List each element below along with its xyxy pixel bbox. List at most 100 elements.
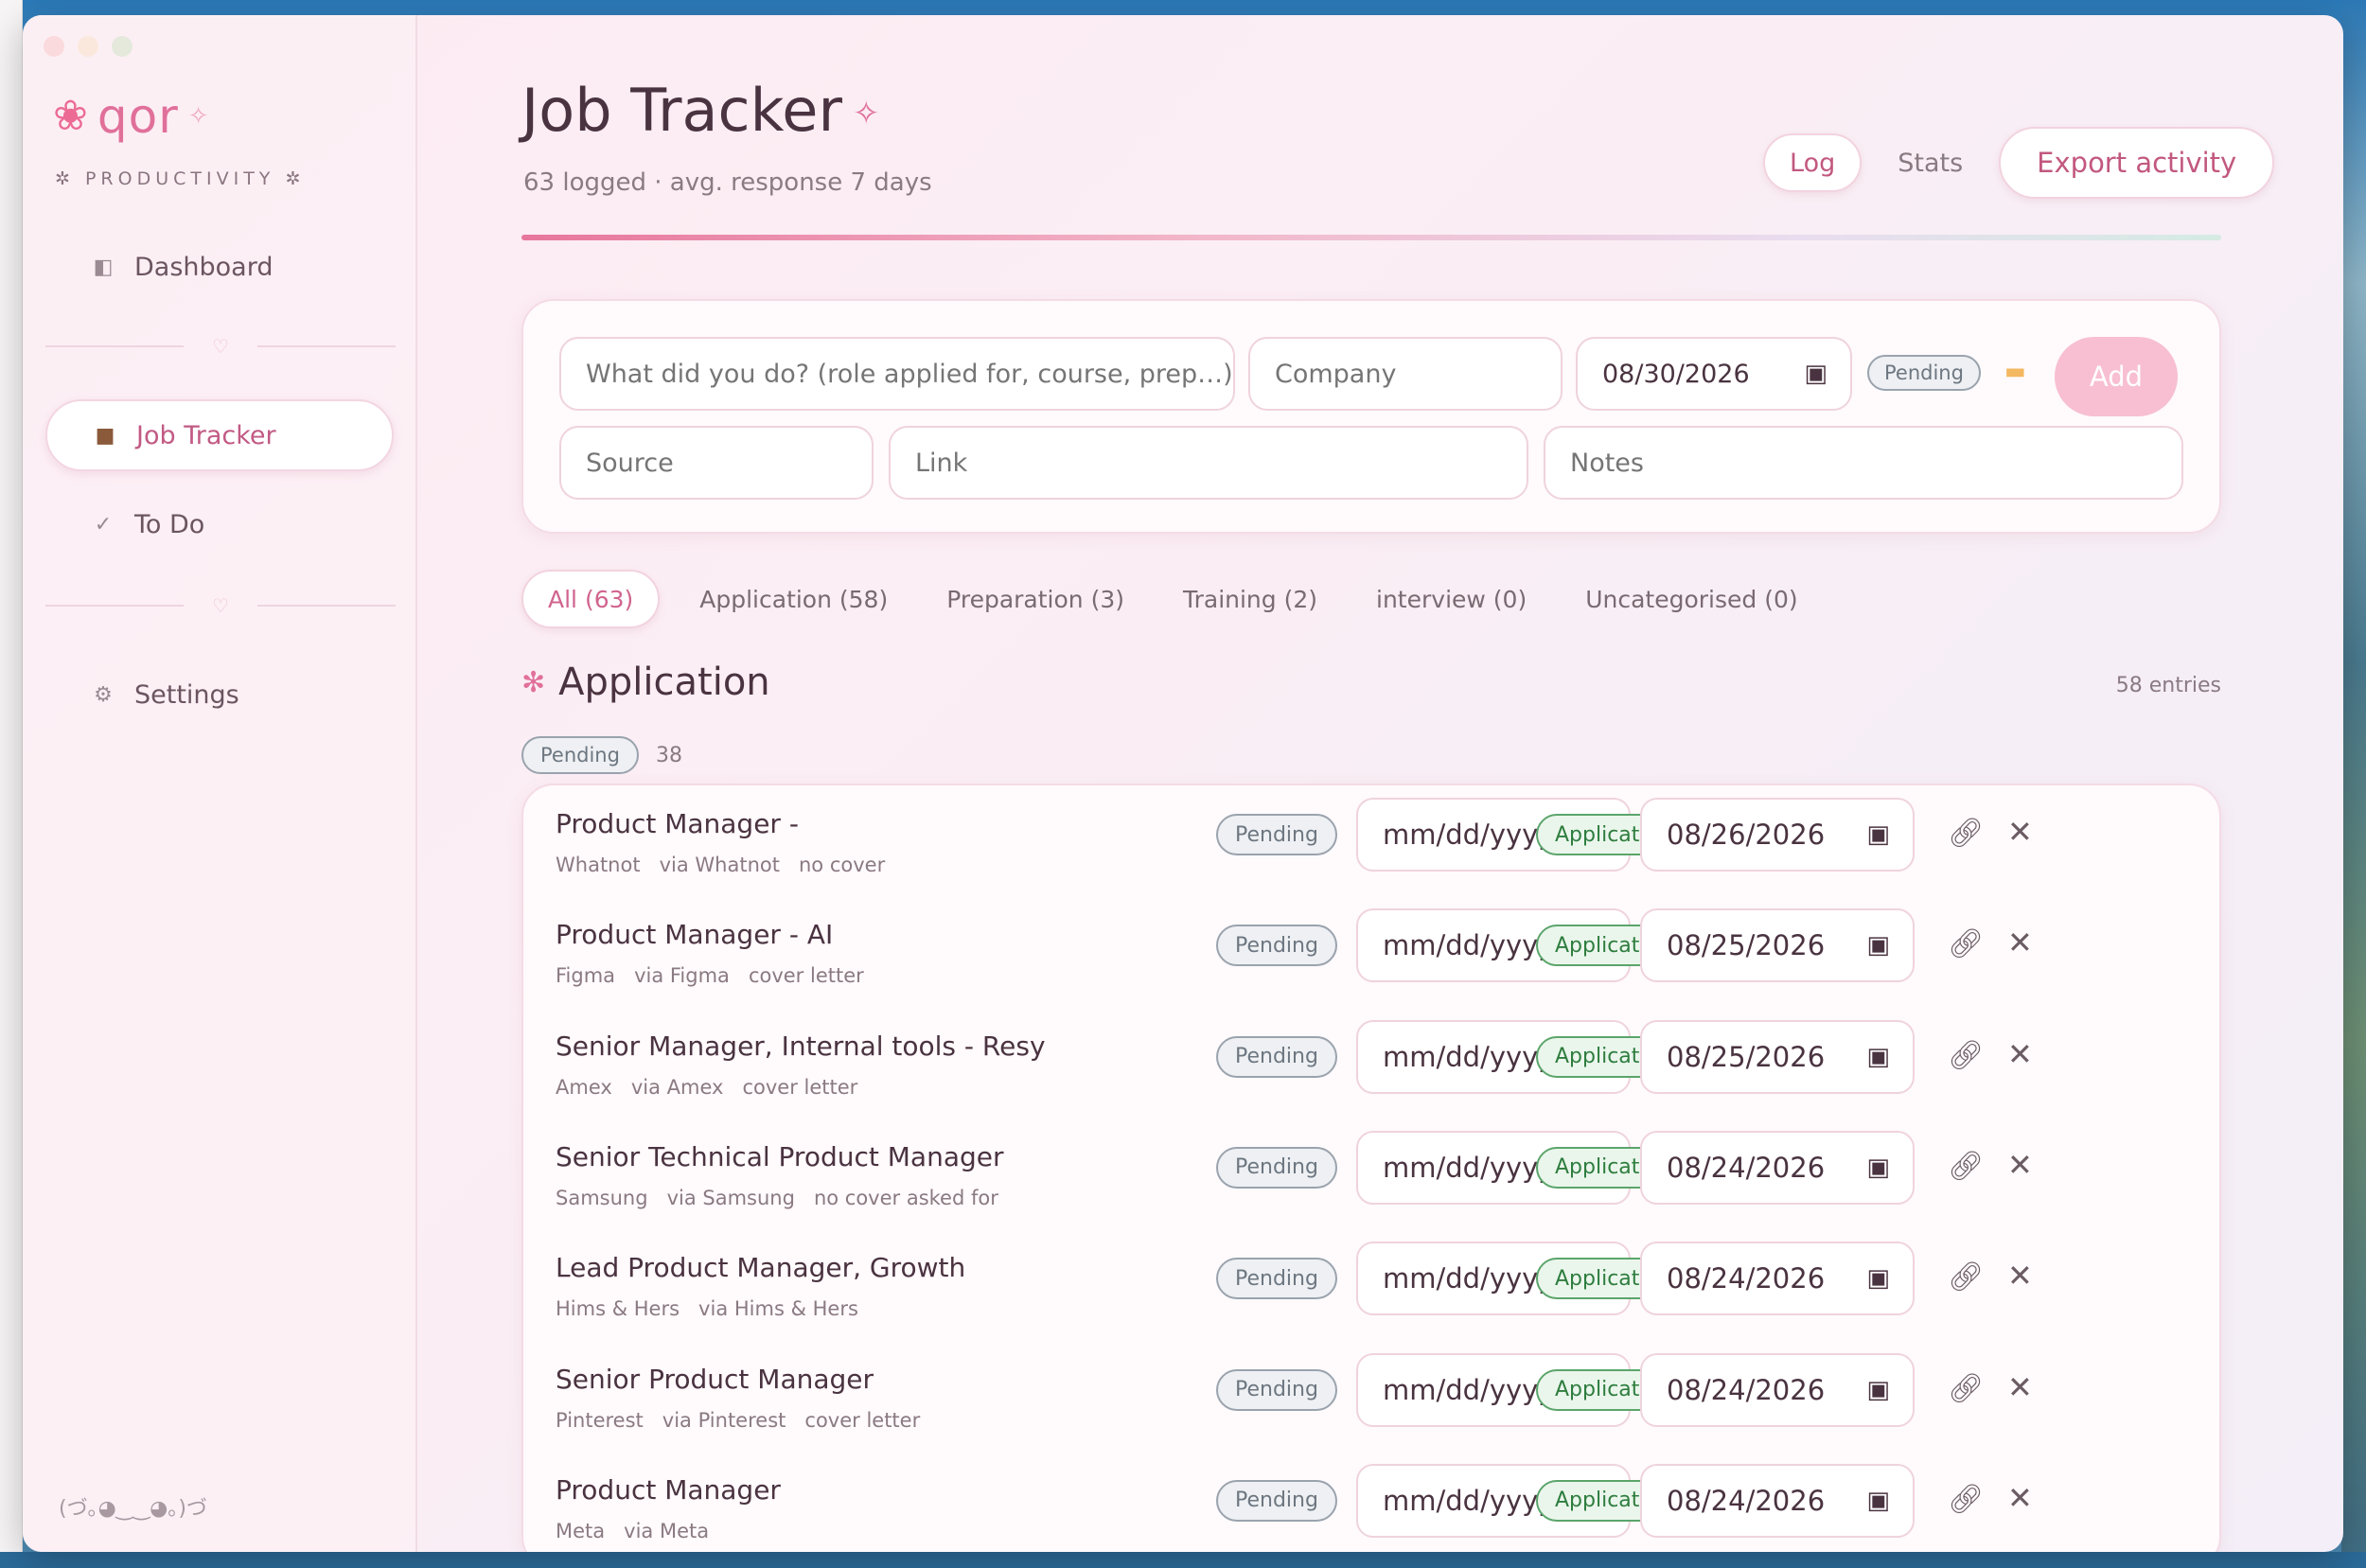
calendar-icon[interactable]: ▣	[1866, 1487, 1890, 1515]
close-icon[interactable]: ✕	[2007, 925, 2033, 960]
close-icon[interactable]: ✕	[2007, 1147, 2033, 1183]
accent-bar	[521, 235, 2221, 240]
entries-count: 58 entries	[2115, 674, 2221, 697]
desktop-right-edge	[2341, 0, 2366, 1568]
close-icon[interactable]: ✕	[2007, 1258, 2033, 1294]
entry-date-input[interactable]: 08/25/2026 ▣	[1640, 908, 1915, 983]
close-icon[interactable]: ✕	[2007, 1036, 2033, 1072]
sidebar-divider: ♡	[45, 335, 396, 358]
entry-title: Product Manager - AI	[556, 919, 834, 951]
brand: ❀ qor ✧	[53, 89, 209, 144]
table-row: Product Manager - AI Figma via Figma cove…	[523, 896, 2219, 1007]
notes-input-field[interactable]	[1570, 448, 2181, 478]
entry-date-input[interactable]: 08/24/2026 ▣	[1640, 1463, 1915, 1538]
source-input-field[interactable]	[586, 448, 872, 478]
calendar-icon[interactable]: ▣	[1866, 931, 1890, 960]
response-date-value: mm/dd/yyyy	[1383, 1262, 1555, 1295]
entry-date-input[interactable]: 08/24/2026 ▣	[1640, 1242, 1915, 1316]
link-icon[interactable]: 🔗︎	[1948, 817, 1984, 850]
sidebar: ❀ qor ✧ ✲ PRODUCTIVITY ✲ ◧ Dashboard ♡ ■…	[23, 15, 417, 1552]
kaomoji: (づ｡◕‿‿◕｡)づ	[59, 1497, 207, 1521]
close-icon[interactable]: ✕	[2007, 814, 2033, 850]
status-chip[interactable]: Pending	[1867, 355, 1981, 391]
calendar-icon[interactable]: ▣	[1866, 1043, 1890, 1071]
sidebar-item-job-tracker[interactable]: ■ Job Tracker	[45, 399, 394, 471]
calendar-icon[interactable]: ▣	[1804, 360, 1827, 388]
brand-subtitle: ✲ PRODUCTIVITY ✲	[55, 168, 306, 189]
tab-uncategorised[interactable]: Uncategorised (0)	[1566, 570, 1816, 628]
sidebar-item-label: Settings	[134, 679, 239, 710]
date-value: 08/30/2026	[1602, 359, 1750, 389]
entry-date-input[interactable]: 08/24/2026 ▣	[1640, 1352, 1915, 1427]
entry-date-input[interactable]: 08/24/2026 ▣	[1640, 1130, 1915, 1205]
link-input-field[interactable]	[915, 448, 1527, 478]
log-button[interactable]: Log	[1763, 133, 1863, 192]
calendar-icon[interactable]: ▣	[1866, 820, 1890, 849]
tab-all[interactable]: All (63)	[521, 570, 661, 628]
entry-title: Senior Product Manager	[556, 1363, 874, 1395]
response-date-value: mm/dd/yyyy	[1383, 1040, 1555, 1073]
entry-title: Product Manager -	[556, 808, 799, 839]
tab-preparation[interactable]: Preparation (3)	[927, 570, 1143, 628]
link-icon[interactable]: 🔗︎	[1948, 927, 1984, 960]
status-group-header: Pending 38	[521, 736, 682, 774]
table-row: Product Manager - Whatnot via Whatnot no …	[523, 785, 2219, 896]
export-activity-button[interactable]: Export activity	[1999, 127, 2275, 199]
desktop-left-edge	[0, 0, 23, 1568]
section-header: ✻ Application	[521, 661, 770, 704]
entries-list: Product Manager - Whatnot via Whatnot no …	[521, 784, 2221, 1552]
tab-interview[interactable]: interview (0)	[1357, 570, 1545, 628]
sidebar-item-label: Dashboard	[134, 252, 274, 282]
table-row: Senior Product Manager Pinterest via Pint…	[523, 1341, 2219, 1452]
activity-input[interactable]	[559, 337, 1235, 411]
entry-title: Senior Manager, Internal tools - Resy	[556, 1030, 1046, 1062]
close-icon[interactable]: ✕	[2007, 1480, 2033, 1516]
entry-date-input[interactable]: 08/26/2026 ▣	[1640, 798, 1915, 872]
link-icon[interactable]: 🔗︎	[1948, 1150, 1984, 1183]
add-button[interactable]: Add	[2055, 337, 2178, 416]
source-input[interactable]	[559, 426, 874, 500]
entry-date-value: 08/24/2026	[1667, 1373, 1826, 1406]
sidebar-item-todo[interactable]: ✓ To Do	[45, 488, 394, 560]
app-window: ❀ qor ✧ ✲ PRODUCTIVITY ✲ ◧ Dashboard ♡ ■…	[23, 15, 2343, 1552]
link-input[interactable]	[889, 426, 1528, 500]
stats-button[interactable]: Stats	[1884, 149, 1976, 178]
status-badge[interactable]: Pending	[1216, 814, 1337, 855]
sidebar-item-dashboard[interactable]: ◧ Dashboard	[45, 231, 394, 303]
entry-meta: Figma via Figma cover letter	[556, 964, 864, 988]
status-badge[interactable]: Pending	[1216, 1035, 1337, 1078]
link-icon[interactable]: 🔗︎	[1948, 1039, 1984, 1072]
tag-icon[interactable]: ▬	[2004, 358, 2026, 384]
status-badge[interactable]: Pending	[1216, 1368, 1337, 1411]
link-icon[interactable]: 🔗︎	[1948, 1372, 1984, 1405]
status-badge[interactable]: Pending	[1216, 1258, 1337, 1300]
response-date-value: mm/dd/yyyy	[1383, 1151, 1555, 1184]
sparkle-icon: ✧	[187, 102, 209, 131]
company-input[interactable]	[1248, 337, 1563, 411]
company-input-field[interactable]	[1275, 359, 1561, 389]
sparkle-icon: ✧	[853, 95, 880, 132]
link-icon[interactable]: 🔗︎	[1948, 1483, 1984, 1516]
entry-date-input[interactable]: 08/25/2026 ▣	[1640, 1019, 1915, 1094]
sidebar-item-settings[interactable]: ⚙ Settings	[45, 659, 394, 731]
notes-input[interactable]	[1544, 426, 2183, 500]
tab-application[interactable]: Application (58)	[680, 570, 907, 628]
close-icon[interactable]: ✕	[2007, 1369, 2033, 1405]
header-actions: Log Stats Export activity	[1763, 127, 2275, 199]
date-input[interactable]: 08/30/2026 ▣	[1576, 337, 1852, 411]
calendar-icon[interactable]: ▣	[1866, 1376, 1890, 1404]
entry-meta: Whatnot via Whatnot no cover	[556, 854, 886, 876]
sidebar-item-label: To Do	[134, 509, 205, 539]
tab-training[interactable]: Training (2)	[1164, 570, 1336, 628]
calendar-icon[interactable]: ▣	[1866, 1154, 1890, 1182]
activity-input-field[interactable]	[586, 359, 1233, 389]
asterisk-icon: ✻	[521, 665, 546, 699]
calendar-icon[interactable]: ▣	[1866, 1264, 1890, 1293]
flower-icon: ❀	[53, 92, 88, 140]
link-icon[interactable]: 🔗︎	[1948, 1260, 1984, 1294]
response-date-value: mm/dd/yyyy	[1383, 819, 1555, 851]
status-badge[interactable]: Pending	[1216, 925, 1337, 967]
entry-title: Lead Product Manager, Growth	[556, 1252, 966, 1284]
status-badge[interactable]: Pending	[1216, 1146, 1337, 1189]
status-badge[interactable]: Pending	[1216, 1479, 1337, 1522]
